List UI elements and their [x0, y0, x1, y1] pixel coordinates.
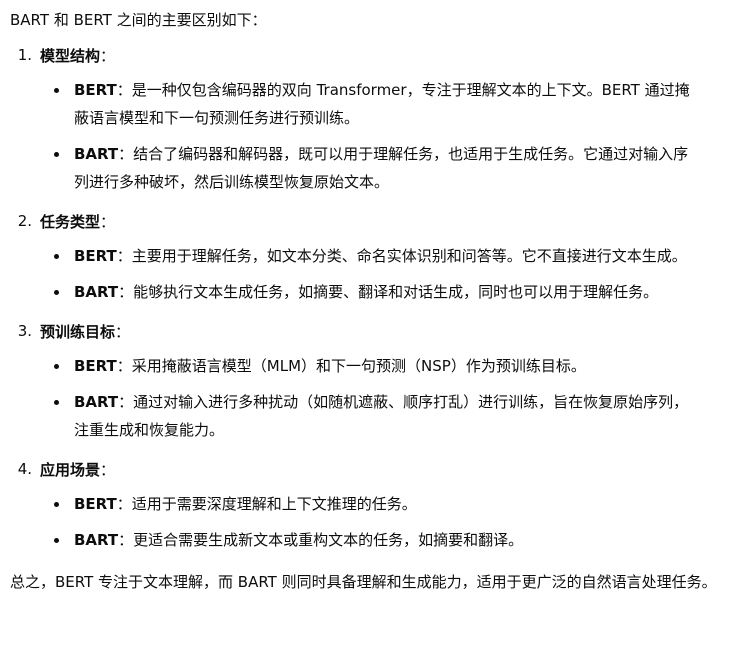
point-text: ：通过对输入进行多种扰动（如随机遮蔽、顺序打乱）进行训练，旨在恢复原始序列，注重…	[74, 393, 689, 439]
section-number: 3.	[17, 322, 32, 340]
list-item: BART：结合了编码器和解码器，既可以用于理解任务，也适用于生成任务。它通过对输…	[10, 140, 739, 196]
section: 4. 应用场景： BERT：适用于需要深度理解和上下文推理的任务。 BART：更…	[10, 452, 739, 554]
summary-text: 总之，BERT 专注于文本理解，而 BART 则同时具备理解和生成能力，适用于更…	[10, 573, 717, 591]
point-term: BERT	[74, 495, 117, 513]
point-term: BART	[74, 283, 119, 301]
point-term: BART	[74, 393, 119, 411]
list-item: BART：能够执行文本生成任务，如摘要、翻译和对话生成，同时也可以用于理解任务。	[10, 278, 739, 306]
point-text: ：采用掩蔽语言模型（MLM）和下一句预测（NSP）作为预训练目标。	[116, 357, 586, 375]
point-term: BERT	[74, 247, 117, 265]
bullet-list: BERT：是一种仅包含编码器的双向 Transformer，专注于理解文本的上下…	[10, 76, 739, 196]
list-item: BERT：适用于需要深度理解和上下文推理的任务。	[10, 490, 739, 518]
section-title: 应用场景	[40, 460, 101, 479]
section: 3. 预训练目标： BERT：采用掩蔽语言模型（MLM）和下一句预测（NSP）作…	[10, 314, 739, 444]
section-number: 2.	[17, 212, 32, 230]
list-item: BART：更适合需要生成新文本或重构文本的任务，如摘要和翻译。	[10, 526, 739, 554]
section: 1. 模型结构： BERT：是一种仅包含编码器的双向 Transformer，专…	[10, 38, 739, 196]
bullet-icon	[54, 254, 59, 259]
section-title: 预训练目标	[40, 322, 116, 341]
section: 2. 任务类型： BERT：主要用于理解任务，如文本分类、命名实体识别和问答等。…	[10, 204, 739, 306]
section-heading: 1. 模型结构：	[10, 38, 739, 72]
point-term: BART	[74, 531, 119, 549]
section-colon: ：	[100, 460, 116, 479]
section-colon: ：	[100, 212, 116, 231]
document: BART 和 BERT 之间的主要区别如下： 1. 模型结构： BERT：是一种…	[0, 0, 749, 596]
section-colon: ：	[115, 322, 131, 341]
point-text: ：能够执行文本生成任务，如摘要、翻译和对话生成，同时也可以用于理解任务。	[118, 283, 659, 301]
section-list: 1. 模型结构： BERT：是一种仅包含编码器的双向 Transformer，专…	[10, 38, 739, 554]
point-text: ：更适合需要生成新文本或重构文本的任务，如摘要和翻译。	[118, 531, 524, 549]
bullet-list: BERT：主要用于理解任务，如文本分类、命名实体识别和问答等。它不直接进行文本生…	[10, 242, 739, 306]
section-title: 模型结构	[40, 46, 101, 65]
section-number: 1.	[17, 46, 32, 64]
section-number: 4.	[17, 460, 32, 478]
point-term: BART	[74, 145, 119, 163]
point-text: ：适用于需要深度理解和上下文推理的任务。	[116, 495, 417, 513]
bullet-list: BERT：采用掩蔽语言模型（MLM）和下一句预测（NSP）作为预训练目标。 BA…	[10, 352, 739, 444]
bullet-icon	[54, 88, 59, 93]
list-item: BERT：采用掩蔽语言模型（MLM）和下一句预测（NSP）作为预训练目标。	[10, 352, 739, 380]
section-heading: 3. 预训练目标：	[10, 314, 739, 348]
bullet-icon	[54, 152, 59, 157]
section-heading: 2. 任务类型：	[10, 204, 739, 238]
section-colon: ：	[100, 46, 116, 65]
list-item: BERT：主要用于理解任务，如文本分类、命名实体识别和问答等。它不直接进行文本生…	[10, 242, 739, 270]
bullet-icon	[54, 364, 59, 369]
point-term: BERT	[74, 81, 117, 99]
list-item: BART：通过对输入进行多种扰动（如随机遮蔽、顺序打乱）进行训练，旨在恢复原始序…	[10, 388, 739, 444]
section-heading: 4. 应用场景：	[10, 452, 739, 486]
point-text: ：是一种仅包含编码器的双向 Transformer，专注于理解文本的上下文。BE…	[74, 81, 690, 127]
intro-text: BART 和 BERT 之间的主要区别如下：	[10, 11, 267, 29]
point-text: ：主要用于理解任务，如文本分类、命名实体识别和问答等。它不直接进行文本生成。	[116, 247, 687, 265]
bullet-icon	[54, 290, 59, 295]
list-item: BERT：是一种仅包含编码器的双向 Transformer，专注于理解文本的上下…	[10, 76, 739, 132]
point-text: ：结合了编码器和解码器，既可以用于理解任务，也适用于生成任务。它通过对输入序列进…	[74, 145, 689, 191]
bullet-icon	[54, 400, 59, 405]
bullet-icon	[54, 538, 59, 543]
bullet-list: BERT：适用于需要深度理解和上下文推理的任务。 BART：更适合需要生成新文本…	[10, 490, 739, 554]
point-term: BERT	[74, 357, 117, 375]
section-title: 任务类型	[40, 212, 101, 231]
bullet-icon	[54, 502, 59, 507]
